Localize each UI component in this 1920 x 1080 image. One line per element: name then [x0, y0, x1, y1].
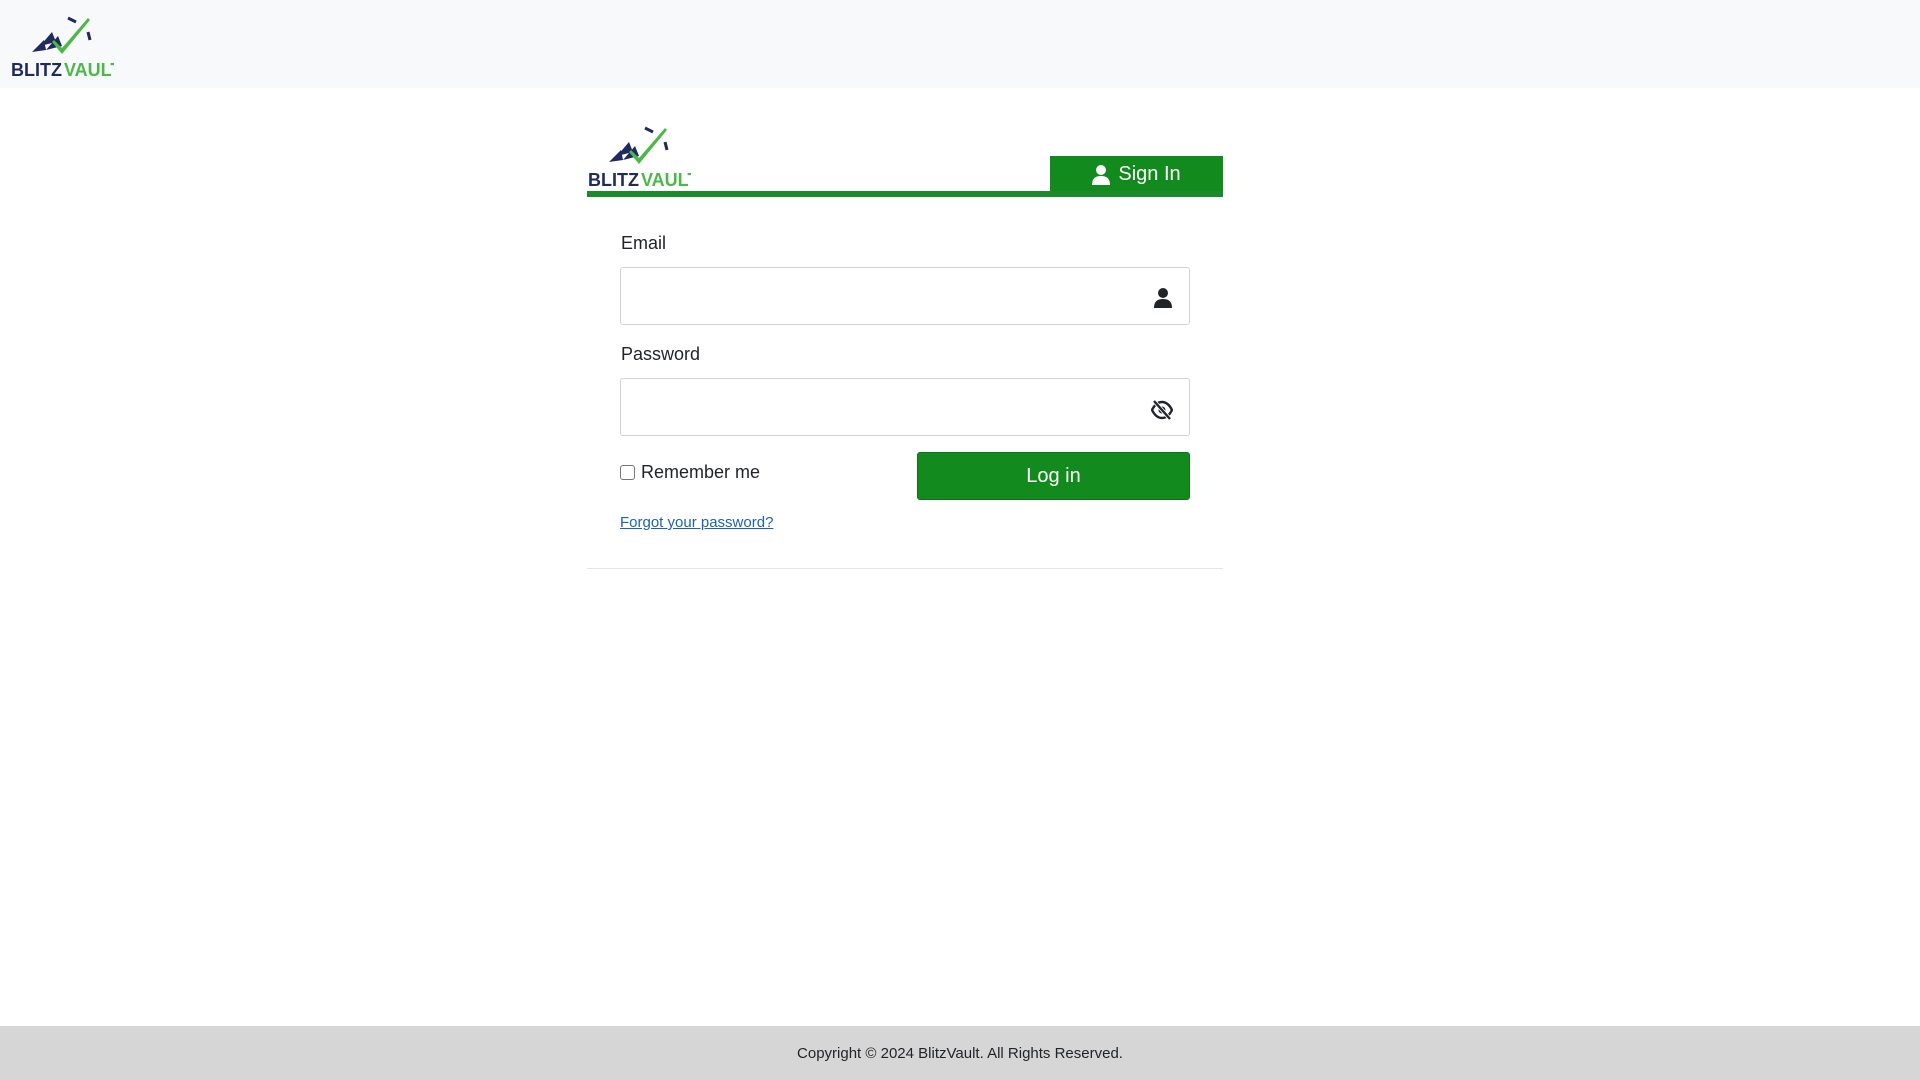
copyright-text: Copyright © 2024 BlitzVault. All Rights …	[797, 1044, 1123, 1062]
email-field-wrapper	[620, 267, 1190, 325]
logo-icon	[32, 16, 92, 54]
email-label: Email	[621, 233, 667, 253]
logo-text-part1: BLITZ	[588, 170, 639, 188]
top-navbar: BLITZ VAULT	[0, 0, 1920, 88]
user-icon	[1154, 288, 1172, 308]
remember-me-label: Remember me	[641, 462, 761, 482]
login-button[interactable]: Log in	[917, 452, 1190, 500]
forgot-password-link[interactable]: Forgot your password?	[620, 514, 773, 531]
logo-text-part2: VAULT	[64, 60, 114, 78]
login-card: BLITZ VAULT Sign In Email Password Remem…	[587, 120, 1223, 569]
password-field-wrapper	[620, 378, 1190, 436]
footer: Copyright © 2024 BlitzVault. All Rights …	[0, 1026, 1920, 1080]
password-field[interactable]	[621, 379, 1149, 435]
logo-text-part1: BLITZ	[11, 60, 62, 78]
eye-slash-icon[interactable]	[1151, 400, 1173, 420]
password-label: Password	[621, 344, 701, 364]
email-field[interactable]	[621, 268, 1149, 324]
brand-logo[interactable]: BLITZ VAULT	[10, 12, 114, 78]
remember-me-checkbox[interactable]	[620, 465, 635, 480]
card-brand-logo: BLITZ VAULT	[588, 126, 691, 188]
tab-sign-in-label: Sign In	[1118, 163, 1181, 185]
logo-icon	[609, 126, 669, 164]
remember-me[interactable]: Remember me	[620, 462, 760, 483]
header-divider	[587, 191, 1223, 197]
logo-text-part2: VAULT	[641, 170, 691, 188]
tab-sign-in[interactable]: Sign In	[1050, 156, 1223, 193]
user-icon	[1092, 164, 1111, 185]
